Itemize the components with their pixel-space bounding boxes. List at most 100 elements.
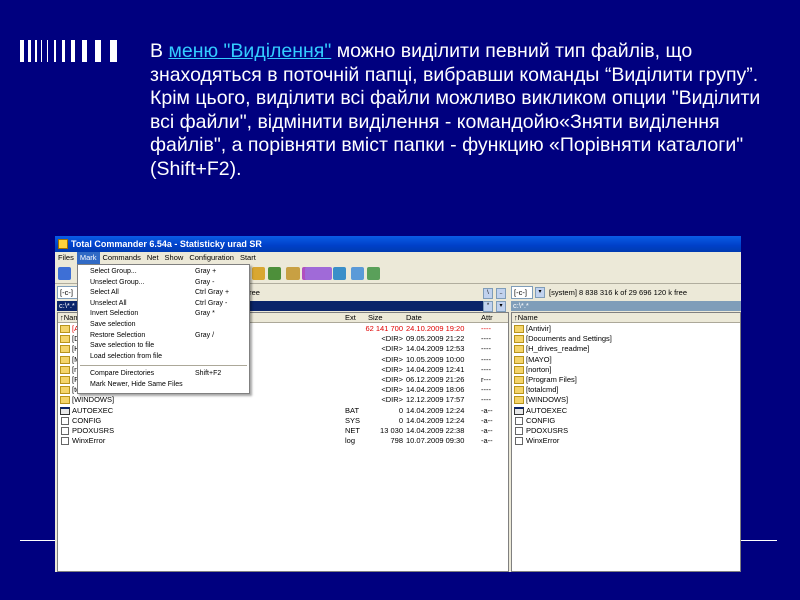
file-size: <DIR> <box>381 334 403 344</box>
table-row[interactable]: [WINDOWS] <DIR> 12.12.2009 17:57 ---- <box>58 395 508 405</box>
menu-item[interactable]: Select Group... Gray + <box>78 267 249 278</box>
menu-item-label: Load selection from file <box>90 352 162 360</box>
file-date: 14.04.2009 18:06 <box>406 385 465 395</box>
left-up-button[interactable]: .. <box>496 288 506 299</box>
col-date[interactable]: Date <box>406 313 422 323</box>
menu-commands[interactable]: Commands <box>100 252 144 264</box>
folder-icon <box>60 335 70 344</box>
table-row[interactable]: [norton] <box>512 365 740 375</box>
col-name[interactable]: ↑Name <box>514 313 538 323</box>
menu-show[interactable]: Show <box>162 252 187 264</box>
left-history-button[interactable]: * <box>483 301 493 312</box>
file-ext: NET <box>345 425 360 435</box>
menu-item[interactable]: Unselect All Ctrl Gray - <box>78 299 249 310</box>
right-file-panel[interactable]: ↑Name [Antivir] [Documents and Settings][… <box>511 312 741 572</box>
table-row[interactable]: [Program Files] <box>512 375 740 385</box>
notepad-icon[interactable] <box>333 267 346 280</box>
menu-mark[interactable]: Mark <box>76 252 100 264</box>
menu-item-label: Unselect All <box>90 299 127 307</box>
right-drive-dropdown[interactable]: ▾ <box>535 287 545 298</box>
refresh-icon[interactable] <box>58 267 71 280</box>
right-file-list: [Antivir] [Documents and Settings] [H_driv… <box>512 324 740 446</box>
table-row[interactable]: [MAYO] <box>512 355 740 365</box>
pack-icon[interactable] <box>252 267 265 280</box>
menu-item[interactable]: Select All Ctrl Gray + <box>78 288 249 299</box>
file-date: 14.04.2009 12:24 <box>406 415 465 425</box>
folder-icon <box>514 396 524 405</box>
file-date: 12.12.2009 17:57 <box>406 395 465 405</box>
table-row[interactable]: PDOXUSRS <box>512 426 740 436</box>
unpack-icon[interactable] <box>268 267 281 280</box>
right-drive-info: [system] 8 838 316 k of 29 696 120 k fre… <box>549 288 688 297</box>
table-row[interactable]: [WINDOWS] <box>512 395 740 405</box>
folder-icon <box>514 375 524 384</box>
menu-item[interactable]: Invert Selection Gray * <box>78 309 249 320</box>
file-ext: BAT <box>345 405 360 415</box>
left-root-button[interactable]: \ <box>483 288 493 299</box>
mail-icon[interactable] <box>351 267 364 280</box>
table-row[interactable]: [Antivir] <box>512 324 740 334</box>
menu-item[interactable]: Compare Directories Shift+F2 <box>78 369 249 380</box>
menu-item[interactable]: Mark Newer, Hide Same Files <box>78 380 249 391</box>
menu-item[interactable]: Load selection from file <box>78 352 249 363</box>
file-name: [WINDOWS] <box>526 395 569 405</box>
col-ext[interactable]: Ext <box>345 313 356 323</box>
file-icon <box>515 416 523 425</box>
table-row[interactable]: AUTOEXEC BAT 0 14.04.2009 12:24 -a-- <box>58 406 508 416</box>
file-size: <DIR> <box>381 364 403 374</box>
file-icon <box>61 426 69 435</box>
table-row[interactable]: WinxError <box>512 436 740 446</box>
table-row[interactable]: CONFIG <box>512 416 740 426</box>
file-attr: -a-- <box>481 425 493 435</box>
table-row[interactable]: [totalcmd] <box>512 385 740 395</box>
file-name: AUTOEXEC <box>72 405 114 415</box>
menu-net[interactable]: Net <box>144 252 162 264</box>
menu-item[interactable]: Save selection to file <box>78 341 249 352</box>
left-hotlist-button[interactable]: ▾ <box>496 301 506 312</box>
menu-files[interactable]: Files <box>55 252 77 264</box>
menu-item[interactable]: Restore Selection Gray / <box>78 331 249 342</box>
folder-icon <box>514 355 524 364</box>
file-size: <DIR> <box>381 385 403 395</box>
menu-configuration[interactable]: Configuration <box>186 252 237 264</box>
menu-item-label: Unselect Group... <box>90 278 145 286</box>
table-row[interactable]: WinxError log 798 10.07.2009 09:30 -a-- <box>58 436 508 446</box>
right-drive-combo[interactable]: [-c-] <box>511 286 533 299</box>
menu-item[interactable]: Unselect Group... Gray - <box>78 278 249 289</box>
menu-item-label: Select Group... <box>90 268 137 275</box>
table-row[interactable]: [H_drives_readme] <box>512 344 740 354</box>
file-name: [Program Files] <box>526 374 577 384</box>
menu-start[interactable]: Start <box>237 252 259 264</box>
table-row[interactable]: [Documents and Settings] <box>512 334 740 344</box>
menu-separator <box>80 365 247 367</box>
menu-item-shortcut: Ctrl Gray - <box>195 299 228 307</box>
window-titlebar[interactable]: Total Commander 6.54a - Statisticky urad… <box>55 236 741 252</box>
col-attr[interactable]: Attr <box>481 313 493 323</box>
table-row[interactable]: AUTOEXEC <box>512 406 740 416</box>
menu-item[interactable]: Save selection <box>78 320 249 331</box>
menu-item-shortcut: Gray / <box>195 331 215 339</box>
left-drive-combo[interactable]: [-c-] <box>57 286 79 299</box>
file-name: [norton] <box>526 364 552 374</box>
file-attr: -a-- <box>481 415 493 425</box>
menu-item-shortcut: Gray - <box>195 278 215 286</box>
file-size: <DIR> <box>381 344 403 354</box>
paragraph-lead: В <box>150 40 169 62</box>
table-row[interactable]: CONFIG SYS 0 14.04.2009 12:24 -a-- <box>58 416 508 426</box>
menu-link[interactable]: меню "Виділення" <box>168 40 331 62</box>
folder-icon <box>60 355 70 364</box>
menu-bar: Files Mark Commands Net Show Configuration Sta… <box>55 252 741 264</box>
edit-icon[interactable] <box>367 267 380 280</box>
file-ext: log <box>345 436 356 446</box>
file-ext: SYS <box>345 415 361 425</box>
table-row[interactable]: PDOXUSRS NET 13 030 14.04.2009 22:38 -a-- <box>58 426 508 436</box>
mark-menu-dropdown: Select Group... Gray + Unselect Group... Gr… <box>77 264 250 394</box>
col-size[interactable]: Size <box>368 313 383 323</box>
folder-icon <box>514 386 524 395</box>
file-attr: -a-- <box>481 436 493 446</box>
file-attr: ---- <box>481 324 491 333</box>
total-commander-window: Total Commander 6.54a - Statisticky urad… <box>55 236 741 572</box>
folder-icon <box>60 396 70 405</box>
file-date: 14.04.2009 12:53 <box>406 344 465 354</box>
file-date: 10.07.2009 09:30 <box>406 436 465 446</box>
